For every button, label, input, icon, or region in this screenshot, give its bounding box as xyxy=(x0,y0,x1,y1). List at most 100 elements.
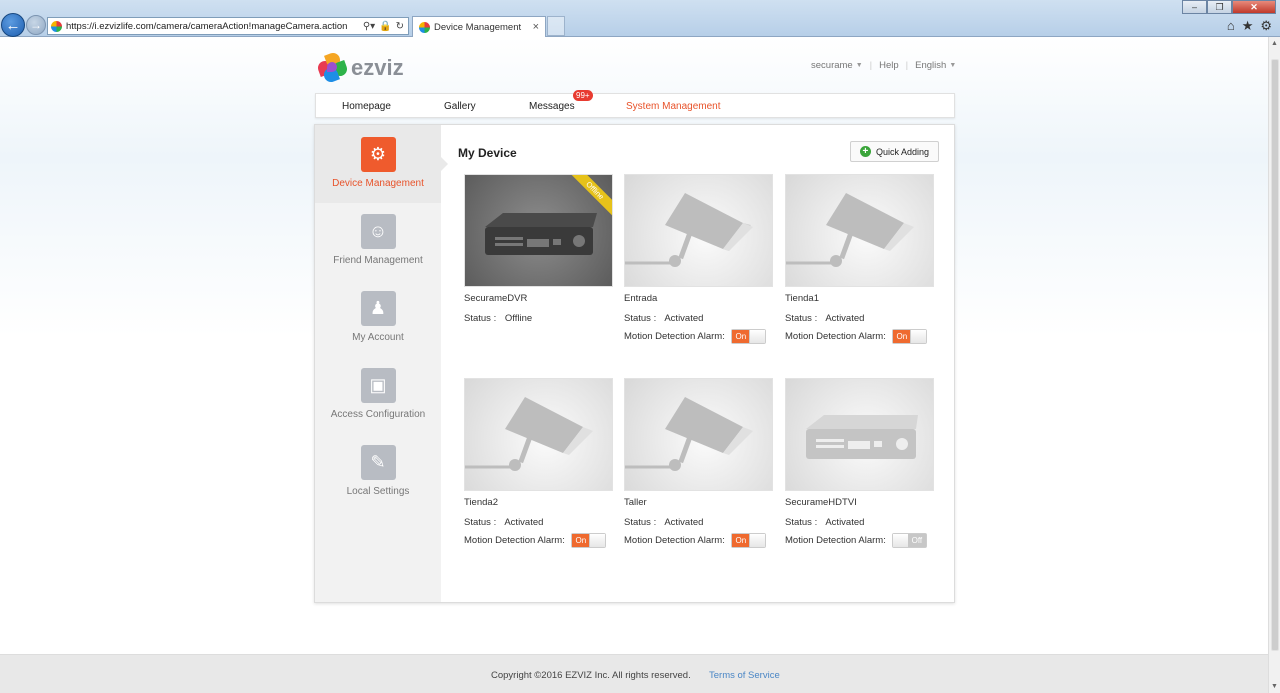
main-nav: Homepage Gallery Messages System Managem… xyxy=(315,93,955,118)
vertical-scrollbar[interactable]: ▲ ▼ xyxy=(1268,37,1280,693)
tab-favicon-icon xyxy=(419,21,430,33)
device-name: Tienda1 xyxy=(785,293,819,304)
nav-gallery[interactable]: Gallery xyxy=(444,101,476,112)
scroll-down-icon[interactable]: ▼ xyxy=(1271,683,1278,690)
device-card-tienda2[interactable]: Tienda2 Status : Activated Motion Detect… xyxy=(464,378,614,548)
quick-adding-button[interactable]: + Quick Adding xyxy=(850,141,939,162)
device-name: Entrada xyxy=(624,293,658,304)
chevron-down-icon[interactable]: ▼ xyxy=(856,62,863,69)
chevron-down-icon[interactable]: ▼ xyxy=(949,62,956,69)
device-name: SecurameHDTVI xyxy=(785,497,857,508)
restore-button[interactable]: ❐ xyxy=(1207,0,1232,14)
gear-icon[interactable]: ⚙ xyxy=(1260,18,1272,34)
device-name: Tienda2 xyxy=(464,497,498,508)
terms-of-service-link[interactable]: Terms of Service xyxy=(709,670,780,681)
motion-alarm-row: Motion Detection Alarm: On xyxy=(624,329,774,344)
refresh-icon[interactable]: ↻ xyxy=(396,21,404,32)
device-card-securamehdtvi[interactable]: SecurameHDTVI Status : Activated Motion … xyxy=(785,378,935,548)
device-thumbnail[interactable] xyxy=(624,378,773,491)
alarm-label: Motion Detection Alarm: xyxy=(624,535,725,546)
device-card-tienda1[interactable]: Tienda1 Status : Activated Motion Detect… xyxy=(785,174,935,344)
sidebar: ⚙ Device Management ☺ Friend Management … xyxy=(315,125,441,602)
browser-tab[interactable]: Device Management × xyxy=(412,16,546,37)
device-name: SecurameDVR xyxy=(464,293,528,304)
status-label: Status : xyxy=(464,313,497,324)
page-title: My Device xyxy=(458,146,517,160)
copyright-text: Copyright ©2016 EZVIZ Inc. All rights re… xyxy=(491,670,691,681)
browser-tools: ⌂ ★ ⚙ xyxy=(1227,18,1272,34)
user-menu[interactable]: securame xyxy=(811,60,853,71)
ezviz-logo[interactable]: ezviz xyxy=(316,51,404,84)
tab-title: Device Management xyxy=(434,21,522,33)
status-label: Status : xyxy=(464,517,497,528)
device-name: Taller xyxy=(624,497,647,508)
toggle-knob xyxy=(748,534,765,547)
status-value: Activated xyxy=(825,313,865,324)
sidebar-item-device-management[interactable]: ⚙ Device Management xyxy=(315,137,441,189)
motion-alarm-toggle[interactable]: On xyxy=(730,329,766,344)
messages-count-badge: 99+ xyxy=(573,90,593,101)
motion-alarm-row: Motion Detection Alarm: Off xyxy=(785,533,935,548)
forward-button[interactable]: → xyxy=(26,15,46,35)
camera-icon xyxy=(625,397,753,471)
camera-icon xyxy=(465,397,593,471)
logo-text: ezviz xyxy=(351,55,404,80)
separator: | xyxy=(869,60,873,71)
star-icon[interactable]: ★ xyxy=(1242,18,1254,34)
device-thumbnail[interactable]: Offline xyxy=(464,174,613,287)
sidebar-item-label: Local Settings xyxy=(346,486,410,497)
status-label: Status : xyxy=(785,313,818,324)
new-tab-button[interactable] xyxy=(547,16,565,36)
toggle-knob xyxy=(748,330,765,343)
minimize-button[interactable]: – xyxy=(1182,0,1207,14)
address-bar[interactable]: https://i.ezvizlife.com/camera/cameraAct… xyxy=(47,17,409,35)
device-thumbnail[interactable] xyxy=(785,174,934,287)
nav-messages[interactable]: Messages xyxy=(529,101,575,112)
sidebar-item-access-configuration[interactable]: ▣ Access Configuration xyxy=(315,368,441,420)
alarm-label: Motion Detection Alarm: xyxy=(624,331,725,342)
sidebar-item-friend-management[interactable]: ☺ Friend Management xyxy=(315,214,441,266)
toggle-state: On xyxy=(731,534,750,547)
tab-close-icon[interactable]: × xyxy=(533,21,539,33)
language-select[interactable]: English xyxy=(915,60,946,71)
monitor-check-icon: ▣ xyxy=(360,368,396,403)
help-link[interactable]: Help xyxy=(879,60,899,71)
status-value: Activated xyxy=(825,517,865,528)
motion-alarm-toggle[interactable]: On xyxy=(570,533,606,548)
device-thumbnail[interactable] xyxy=(464,378,613,491)
home-icon[interactable]: ⌂ xyxy=(1227,18,1235,34)
motion-alarm-toggle[interactable]: On xyxy=(891,329,927,344)
motion-alarm-toggle[interactable]: On xyxy=(730,533,766,548)
alarm-label: Motion Detection Alarm: xyxy=(785,535,886,546)
motion-alarm-row: Motion Detection Alarm: On xyxy=(464,533,614,548)
sidebar-item-my-account[interactable]: ♟ My Account xyxy=(315,291,441,343)
sidebar-item-label: My Account xyxy=(352,332,404,343)
device-thumbnail[interactable] xyxy=(785,378,934,491)
device-thumbnail[interactable] xyxy=(624,174,773,287)
device-status: Status : Activated xyxy=(464,517,614,528)
alarm-label: Motion Detection Alarm: xyxy=(785,331,886,342)
window-controls: – ❐ ✕ xyxy=(1182,0,1276,14)
device-card-taller[interactable]: Taller Status : Activated Motion Detecti… xyxy=(624,378,774,548)
close-window-button[interactable]: ✕ xyxy=(1232,0,1276,14)
quick-adding-label: Quick Adding xyxy=(875,146,930,157)
plus-icon: + xyxy=(859,146,871,157)
top-links: securame ▼ | Help | English ▼ xyxy=(811,60,956,71)
scroll-thumb[interactable] xyxy=(1271,59,1279,651)
address-url[interactable]: https://i.ezvizlife.com/camera/cameraAct… xyxy=(66,21,363,32)
toggle-state: On xyxy=(892,330,911,343)
browser-chrome: ← → https://i.ezvizlife.com/camera/camer… xyxy=(0,0,1280,37)
device-status: Status : Activated xyxy=(785,313,935,324)
device-card-entrada[interactable]: Entrada Status : Activated Motion Detect… xyxy=(624,174,774,344)
sidebar-item-local-settings[interactable]: ✎ Local Settings xyxy=(315,445,441,497)
folder-settings-icon: ✎ xyxy=(360,445,396,480)
motion-alarm-toggle[interactable]: Off xyxy=(891,533,927,548)
nav-homepage[interactable]: Homepage xyxy=(342,101,391,112)
back-button[interactable]: ← xyxy=(1,13,25,37)
device-status: Status : Activated xyxy=(624,517,774,528)
device-card-securamedvr[interactable]: Offline SecurameDVR Status : Offline xyxy=(464,174,614,324)
search-icon[interactable]: ⚲▾ xyxy=(363,21,375,32)
scroll-up-icon[interactable]: ▲ xyxy=(1271,40,1278,47)
sidebar-item-label: Access Configuration xyxy=(330,409,426,420)
nav-system-management[interactable]: System Management xyxy=(626,101,721,112)
